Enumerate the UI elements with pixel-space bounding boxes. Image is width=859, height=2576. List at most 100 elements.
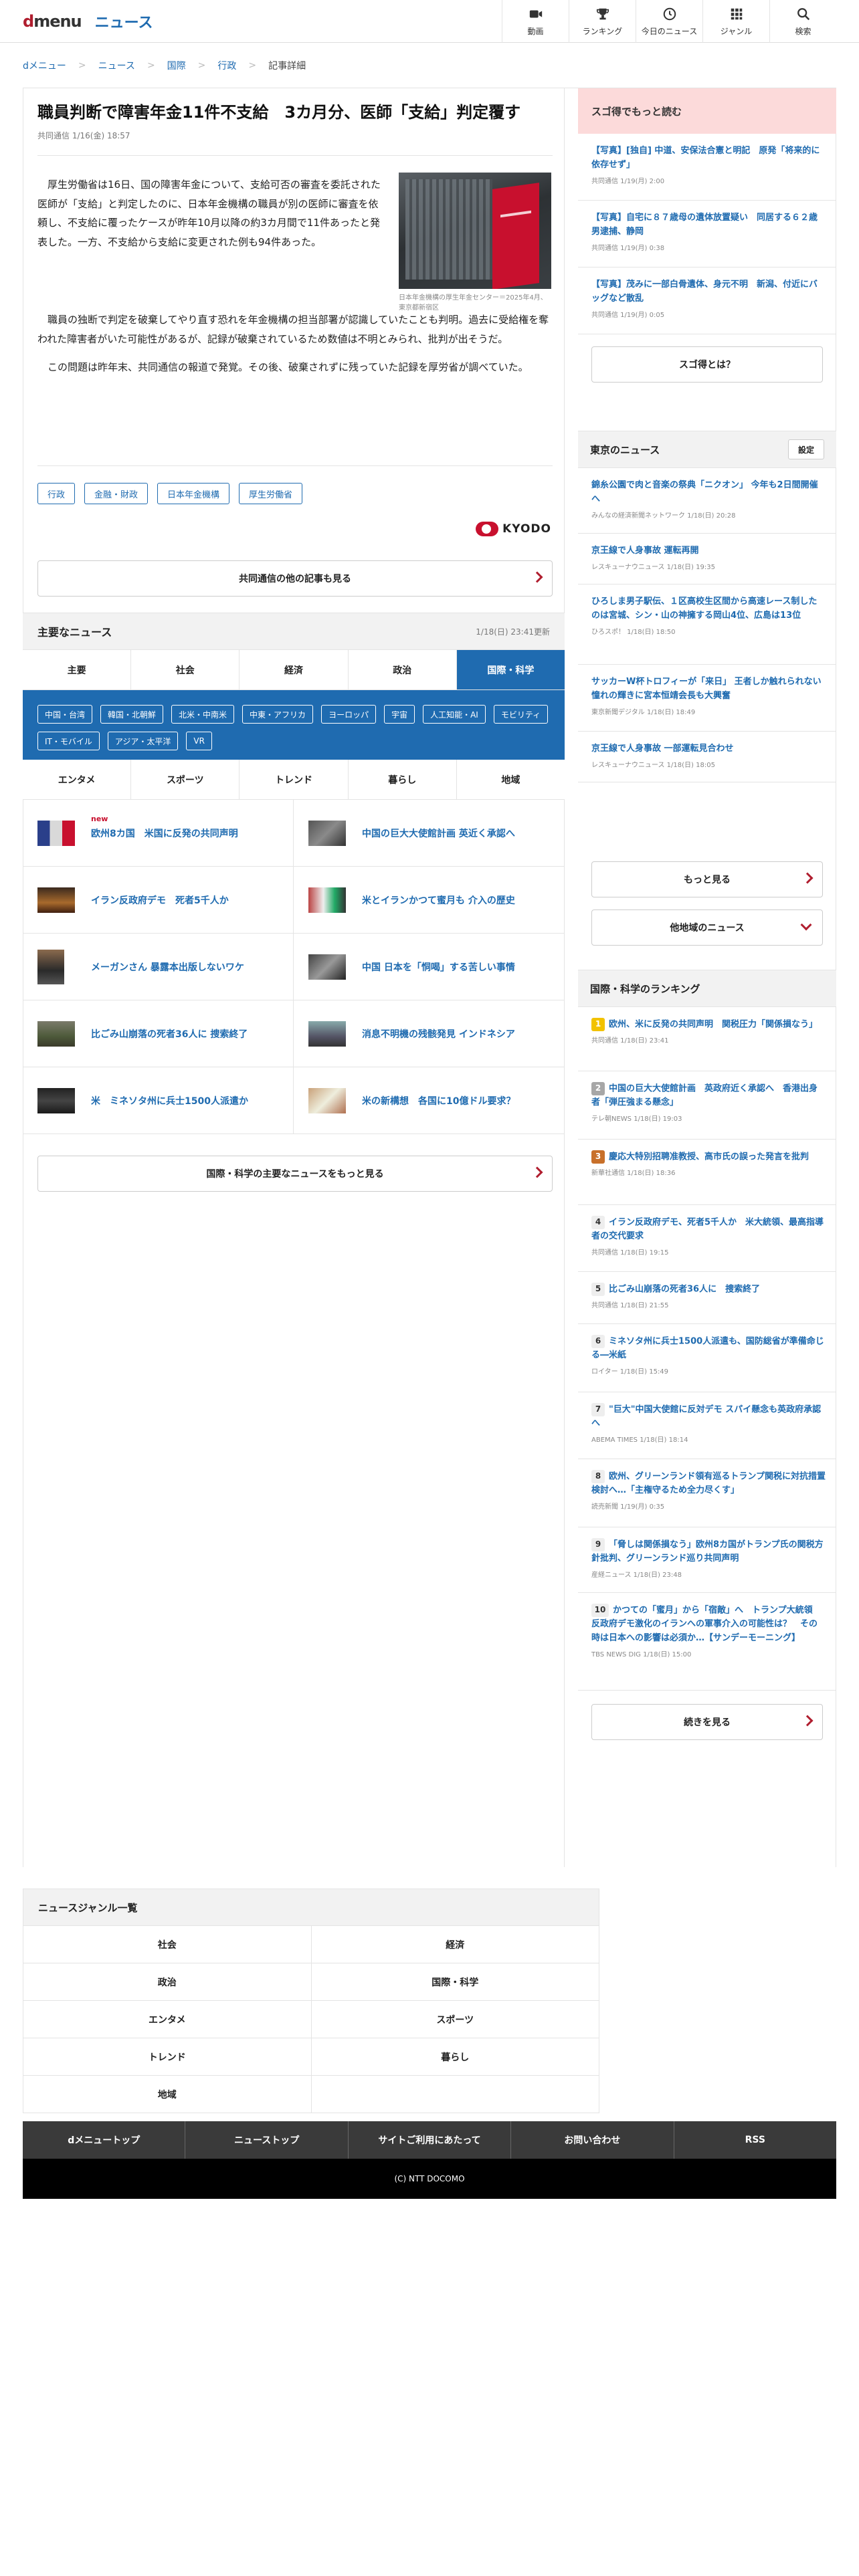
sugotoku-about-button[interactable]: スゴ得とは？: [591, 346, 823, 383]
dmenu-logo[interactable]: dmenu: [23, 12, 82, 31]
tab-main[interactable]: 主要: [23, 650, 132, 689]
news-item[interactable]: イラン反政府デモ 死者5千人か: [23, 867, 294, 934]
news-item-title: 中国の巨大大使館計画 英近く承認へ: [362, 828, 515, 839]
breadcrumb-dmenu[interactable]: dメニュー: [23, 59, 66, 72]
tokyo-more-button[interactable]: もっと見る: [591, 861, 823, 897]
subtag-link[interactable]: ヨーロッパ: [321, 705, 377, 724]
nav-genre[interactable]: ジャンル: [702, 0, 769, 43]
nav-video[interactable]: 動画: [502, 0, 569, 43]
tokyo-news-item[interactable]: 京王線で人身事故 運転再開 レスキューナウニュース 1/18(日) 19:35: [578, 534, 836, 584]
tag-link[interactable]: 金融・財政: [84, 483, 149, 504]
tab-sports[interactable]: スポーツ: [131, 760, 240, 799]
tab-trend[interactable]: トレンド: [240, 760, 349, 799]
chevron-right-icon: [531, 1166, 543, 1178]
subtag-link[interactable]: IT・モバイル: [37, 732, 100, 750]
subtag-link[interactable]: モビリティ: [493, 705, 549, 724]
subtag-link[interactable]: 韓国・北朝鮮: [100, 705, 164, 724]
ranking-item[interactable]: 1 欧州、米に反発の共同声明 関税圧力「関係損なう」 共同通信 1/18(日) 2…: [578, 1007, 836, 1071]
news-thumbnail: [308, 1087, 346, 1113]
nav-ranking[interactable]: ランキング: [569, 0, 636, 43]
genre-link[interactable]: 政治: [23, 1963, 312, 2001]
tab-society[interactable]: 社会: [131, 650, 240, 689]
tab-entertainment[interactable]: エンタメ: [23, 760, 132, 799]
ranking-item[interactable]: 7 "巨大"中国大使館に反対デモ スパイ懸念も英政府承認へ ABEMA TIMES…: [578, 1392, 836, 1459]
genre-link[interactable]: 国際・科学: [311, 1963, 599, 2001]
nav-genre-label: ジャンル: [720, 26, 753, 36]
service-name[interactable]: ニュース: [95, 11, 153, 32]
ranking-item[interactable]: 10 かつての「蜜月」から「宿敵」へ トランプ大統領 反政府デモ激化のイランへの軍…: [578, 1593, 836, 1691]
breadcrumb-administration[interactable]: 行政: [217, 59, 236, 72]
tokyo-news-item[interactable]: サッカーW杯トロフィーが「来日」 王者しか触れられない憧れの輝きに宮本恒靖会長も…: [578, 665, 836, 732]
genre-link[interactable]: 社会: [23, 1926, 312, 1963]
article-image[interactable]: [399, 173, 551, 289]
ranking-item[interactable]: 5 比ごみ山崩落の死者36人に 捜索終了 共同通信 1/18(日) 21:55: [578, 1272, 836, 1324]
ranking-item-title: 中国の巨大大使館計画 英政府近く承認へ 香港出身者「弾圧強まる懸念」: [591, 1083, 818, 1108]
other-region-button[interactable]: 他地域のニュース: [591, 909, 823, 946]
ranking-item[interactable]: 8 欧州、グリーンランド領有巡るトランプ関税に対抗措置検討へ…「主権守るため全力尽…: [578, 1459, 836, 1527]
settings-button[interactable]: 設定: [787, 439, 824, 459]
news-item[interactable]: new 欧州8カ国 米国に反発の共同声明: [23, 800, 294, 867]
subtag-link[interactable]: VR: [186, 732, 212, 750]
sugotoku-item[interactable]: 【写真】[独自] 中道、安保法合憲と明記 原発「将来的に依存せず」 共同通信 1…: [578, 134, 836, 201]
news-item[interactable]: 消息不明機の残骸発見 インドネシア: [294, 1000, 565, 1067]
news-item[interactable]: 比ごみ山崩落の死者36人に 捜索終了: [23, 1000, 294, 1067]
subtag-link[interactable]: アジア・太平洋: [107, 732, 179, 750]
tab-politics[interactable]: 政治: [348, 650, 457, 689]
tag-link[interactable]: 日本年金機構: [157, 483, 230, 504]
sugotoku-item[interactable]: 【写真】自宅に８７歳母の遺体放置疑い 同居する６２歳男逮捕、静岡 共同通信 1/…: [578, 201, 836, 267]
tokyo-news-item[interactable]: 京王線で人身事故 一部運転見合わせ レスキューナウニュース 1/18(日) 18…: [578, 732, 836, 782]
nav-today[interactable]: 今日のニュース: [636, 0, 702, 43]
tab-international[interactable]: 国際・科学: [456, 650, 565, 689]
breadcrumb-international[interactable]: 国際: [167, 59, 186, 72]
news-item[interactable]: メーガンさん 暴露本出版しないワケ: [23, 934, 294, 1000]
tab-region[interactable]: 地域: [456, 760, 565, 799]
nav-search[interactable]: 検索: [769, 0, 836, 43]
breadcrumb-news[interactable]: ニュース: [98, 59, 135, 72]
subtag-link[interactable]: 宇宙: [384, 705, 415, 724]
ranking-title: 国際・科学のランキング: [590, 982, 700, 995]
ranking-item[interactable]: 6 ミネソタ州に兵士1500人派遣も、国防総省が準備命じる―米紙 ロイター 1/1…: [578, 1324, 836, 1392]
more-source-articles-button[interactable]: 共同通信の他の記事も見る: [37, 560, 553, 597]
tokyo-news-item[interactable]: 錦糸公園で肉と音楽の祭典「ニクオン」 今年も2日間開催へ みんなの経済新聞ネット…: [578, 468, 836, 534]
subtag-link[interactable]: 中東・アフリカ: [242, 705, 314, 724]
breadcrumb: dメニュー > ニュース > 国際 > 行政 > 記事詳細: [23, 43, 836, 88]
genre-link[interactable]: 地域: [23, 2076, 312, 2113]
more-major-news-button[interactable]: 国際・科学の主要なニュースをもっと見る: [37, 1156, 553, 1192]
footer-link-dmenu-top[interactable]: dメニュートップ: [23, 2121, 186, 2159]
subtag-link[interactable]: 人工知能・AI: [423, 705, 486, 724]
kyodo-logo-text: KYODO: [502, 522, 551, 536]
tag-link[interactable]: 行政: [37, 483, 76, 504]
footer-nav: dメニュートップ ニューストップ サイトご利用にあたって お問い合わせ RSS: [23, 2121, 836, 2159]
genre-link[interactable]: トレンド: [23, 2038, 312, 2076]
ranking-item-meta: 共同通信 1/18(日) 23:41: [591, 1037, 669, 1045]
news-item[interactable]: 米とイランかつて蜜月も 介入の歴史: [294, 867, 565, 934]
tokyo-news-item[interactable]: ひろしま男子駅伝、１区高校生区間から高速レース制したのは宮城、シン・山の神擁する…: [578, 584, 836, 665]
subtag-link[interactable]: 北米・中南米: [171, 705, 235, 724]
genre-link[interactable]: 経済: [311, 1926, 599, 1963]
ranking-more-button[interactable]: 続きを見る: [591, 1704, 823, 1740]
tokyo-news-item-meta: レスキューナウニュース 1/18(日) 18:05: [591, 761, 715, 769]
genre-link[interactable]: エンタメ: [23, 2001, 312, 2038]
news-item-title: 欧州8カ国 米国に反発の共同声明: [91, 828, 238, 839]
news-item[interactable]: 米の新構想 各国に10億ドル要求？: [294, 1067, 565, 1134]
article-paragraph: 職員の独断で判定を破棄してやり直す恐れを年金機構の担当部署が認識していたことも判…: [37, 314, 549, 345]
news-thumbnail: [37, 887, 75, 913]
ranking-item[interactable]: 2 中国の巨大大使館計画 英政府近く承認へ 香港出身者「弾圧強まる懸念」 テレ朝N…: [578, 1071, 836, 1140]
tab-life[interactable]: 暮らし: [348, 760, 457, 799]
subtag-link[interactable]: 中国・台湾: [37, 705, 93, 724]
tag-link[interactable]: 厚生労働省: [239, 483, 303, 504]
genre-link[interactable]: スポーツ: [311, 2001, 599, 2038]
sugotoku-item[interactable]: 【写真】茂みに一部白骨遺体、身元不明 新潟、付近にバッグなど散乱 共同通信 1/…: [578, 267, 836, 334]
footer-link-rss[interactable]: RSS: [674, 2121, 836, 2159]
news-item[interactable]: 中国の巨大大使館計画 英近く承認へ: [294, 800, 565, 867]
news-item[interactable]: 米 ミネソタ州に兵士1500人派遣か: [23, 1067, 294, 1134]
footer-link-terms[interactable]: サイトご利用にあたって: [349, 2121, 512, 2159]
news-item[interactable]: 中国 日本を「恫喝」する苦しい事情: [294, 934, 565, 1000]
genre-link[interactable]: 暮らし: [311, 2038, 599, 2076]
ranking-item[interactable]: 9 「脅しは関係損なう」欧州8カ国がトランプ氏の関税方針批判、グリーンランド巡り共…: [578, 1527, 836, 1593]
ranking-item[interactable]: 4 イラン反政府デモ、死者5千人か 米大統領、最高指導者の交代要求 共同通信 1/…: [578, 1205, 836, 1272]
tab-economy[interactable]: 経済: [240, 650, 349, 689]
footer-link-news-top[interactable]: ニューストップ: [185, 2121, 349, 2159]
footer-link-contact[interactable]: お問い合わせ: [511, 2121, 674, 2159]
ranking-item[interactable]: 3 慶応大特別招聘准教授、高市氏の誤った発言を批判 新華社通信 1/18(日) 1…: [578, 1140, 836, 1205]
